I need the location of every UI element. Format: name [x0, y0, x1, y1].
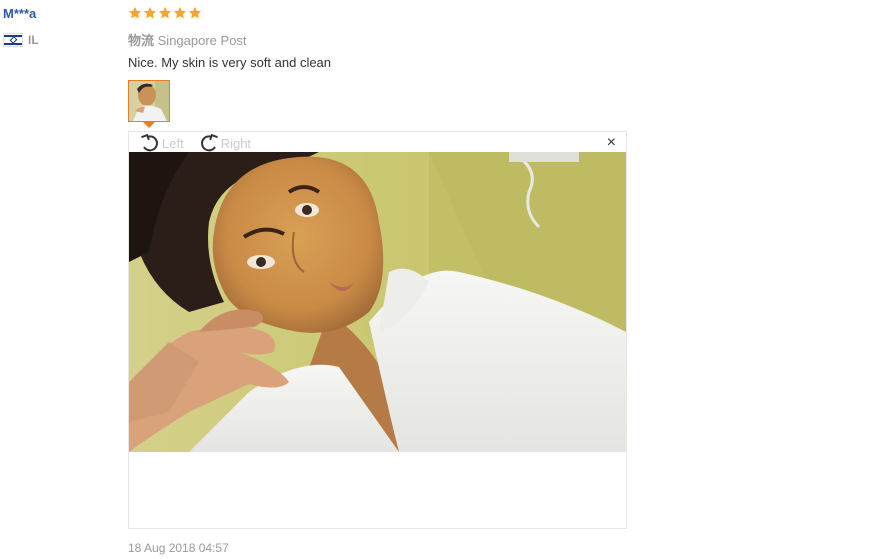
- rotate-right-label: Right: [220, 135, 252, 151]
- close-icon[interactable]: ×: [607, 135, 616, 151]
- review-text: Nice. My skin is very soft and clean: [128, 55, 332, 70]
- review-date: 18 Aug 2018 04:57: [128, 541, 229, 555]
- review-page: M***a IL 物流 Singapore Post Nice. My skin…: [0, 0, 879, 559]
- star-rating: [128, 6, 202, 20]
- selfie-photo: [129, 152, 626, 452]
- review-photo-large: [129, 152, 626, 452]
- israel-flag-icon: [3, 33, 23, 47]
- reviewer-country: IL: [3, 33, 39, 47]
- image-viewer: Left Right ×: [128, 131, 627, 529]
- rotate-left-icon: [141, 133, 158, 152]
- star-icon: [143, 6, 157, 19]
- logistics-value: Singapore Post: [157, 33, 247, 48]
- logistics-info: 物流 Singapore Post: [128, 30, 247, 49]
- review-photo-thumbnail[interactable]: [128, 80, 170, 122]
- star-icon: [173, 6, 187, 19]
- star-icon: [158, 6, 172, 19]
- rotate-left-label: Left: [162, 135, 184, 151]
- star-icon: [128, 6, 142, 19]
- country-code: IL: [28, 33, 39, 47]
- logistics-label: 物流: [128, 33, 155, 48]
- reviewer-name[interactable]: M***a: [3, 6, 36, 21]
- rotate-right-button[interactable]: Right: [198, 133, 251, 153]
- rotate-right-icon: [200, 133, 218, 152]
- rotate-left-button[interactable]: Left: [139, 133, 184, 153]
- viewer-toolbar: Left Right: [139, 133, 251, 153]
- star-icon: [188, 6, 202, 19]
- thumbnail-image: [129, 81, 169, 121]
- thumbnail-pointer: [143, 122, 155, 128]
